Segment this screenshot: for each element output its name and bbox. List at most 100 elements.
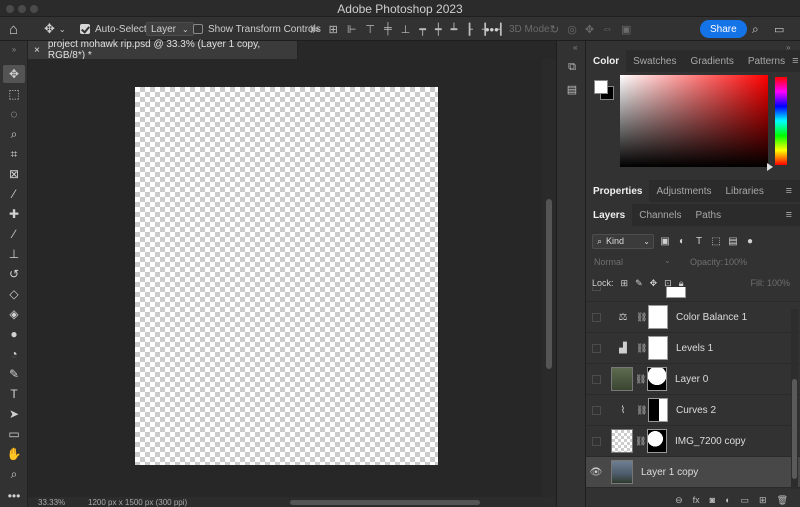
mask-link-icon[interactable]: ⛓︎ xyxy=(636,343,647,354)
tab-layers[interactable]: Layers xyxy=(586,204,633,226)
eye-icon[interactable]: 👁︎ xyxy=(586,457,606,488)
lasso-tool[interactable]: ◌ xyxy=(3,105,25,123)
panel-menu-icon[interactable]: ≡ xyxy=(786,180,800,202)
hue-slider[interactable] xyxy=(775,77,787,165)
search-icon[interactable]: ⌕ xyxy=(752,17,759,41)
type-tool[interactable]: T xyxy=(3,385,25,403)
collapse-strip-icon[interactable]: « xyxy=(573,43,577,52)
comments-panel-icon[interactable]: ▤ xyxy=(564,83,580,97)
tab-channels[interactable]: Channels xyxy=(632,204,688,226)
layer-row[interactable]: ⌇ ⛓︎ Curves 2 xyxy=(586,395,800,426)
layer-mask-thumbnail[interactable] xyxy=(647,367,667,391)
quick-select-tool[interactable]: ⌕ xyxy=(3,125,25,143)
filter-pixel-icon[interactable]: ▣ xyxy=(659,236,671,247)
layer-mask-thumbnail[interactable] xyxy=(648,305,668,329)
mask-link-icon[interactable]: ⛓︎ xyxy=(635,374,646,385)
scroll-thumb[interactable] xyxy=(792,379,797,479)
visibility-toggle[interactable] xyxy=(586,287,606,302)
auto-select-toggle[interactable]: Auto-Select: xyxy=(80,17,149,41)
eyedropper-tool[interactable]: ⁄ xyxy=(3,185,25,203)
new-group-icon[interactable]: ▭ xyxy=(741,495,750,506)
color-picker-field[interactable] xyxy=(620,75,768,167)
distribute-left-icon[interactable]: ┠ xyxy=(466,23,473,36)
pen-tool[interactable]: ✎ xyxy=(3,365,25,383)
orbit-3d-icon[interactable]: ↻ xyxy=(550,23,559,36)
align-right-icon[interactable]: ⊩ xyxy=(347,23,357,36)
tab-swatches[interactable]: Swatches xyxy=(626,50,683,72)
blend-mode-dropdown[interactable]: Normal xyxy=(594,257,623,267)
visibility-toggle[interactable] xyxy=(586,426,606,457)
add-mask-icon[interactable]: ◙ xyxy=(710,495,715,505)
auto-select-checkbox[interactable] xyxy=(80,24,90,34)
canvas-area[interactable] xyxy=(28,59,556,497)
layer-row[interactable]: ⛓︎ Layer 0 xyxy=(586,364,800,395)
scale-3d-icon[interactable]: ▣ xyxy=(621,23,631,36)
distribute-middle-icon[interactable]: ┿ xyxy=(435,23,442,36)
toolbar-collapse-icon[interactable]: » xyxy=(0,41,28,59)
visibility-toggle[interactable] xyxy=(586,302,606,333)
home-icon[interactable]: ⌂ xyxy=(9,17,18,41)
document-info[interactable]: 1200 px x 1500 px (300 ppi) xyxy=(88,498,187,507)
layer-name[interactable]: Layer 0 xyxy=(675,374,708,385)
blur-tool[interactable]: ● xyxy=(3,325,25,343)
path-select-tool[interactable]: ➤ xyxy=(3,405,25,423)
close-tab-icon[interactable]: × xyxy=(34,45,40,56)
canvas-horizontal-scroll-thumb[interactable] xyxy=(290,500,480,505)
transparent-canvas[interactable] xyxy=(135,87,438,465)
roll-3d-icon[interactable]: ◎ xyxy=(567,23,577,36)
filter-adjustment-icon[interactable]: ◐ xyxy=(676,236,688,247)
delete-layer-icon[interactable]: 🗑︎ xyxy=(777,495,788,506)
hand-tool[interactable]: ✋ xyxy=(3,445,25,463)
rectangle-tool[interactable]: ▭ xyxy=(3,425,25,443)
link-layers-icon[interactable]: ⊖ xyxy=(675,495,683,506)
zoom-level[interactable]: 33.33% xyxy=(38,498,65,507)
align-bottom-icon[interactable]: ⊥ xyxy=(401,23,411,36)
marquee-tool[interactable]: ⬚ xyxy=(3,85,25,103)
align-left-icon[interactable]: ⊫ xyxy=(310,23,320,36)
panel-menu-icon[interactable]: ≡ xyxy=(792,50,800,72)
show-transform-toggle[interactable]: Show Transform Controls xyxy=(193,17,321,41)
history-brush-tool[interactable]: ↺ xyxy=(3,265,25,283)
layer-row[interactable]: ▟ ⛓︎ Levels 1 xyxy=(586,333,800,364)
filter-smart-object-icon[interactable]: ▤ xyxy=(727,236,739,247)
align-center-icon[interactable]: ⊞ xyxy=(329,23,338,36)
zoom-tool[interactable]: ⌕ xyxy=(3,465,25,483)
layer-row[interactable]: ⛓︎ IMG_7200 copy xyxy=(586,426,800,457)
layers-scrollbar[interactable] xyxy=(791,309,798,489)
tab-gradients[interactable]: Gradients xyxy=(683,50,740,72)
mask-link-icon[interactable]: ⛓︎ xyxy=(635,436,646,447)
auto-select-dropdown[interactable]: Layer ⌄ xyxy=(146,22,194,36)
layer-name[interactable]: Levels 1 xyxy=(676,343,713,354)
mask-link-icon[interactable]: ⛓︎ xyxy=(636,405,647,416)
frame-tool[interactable]: ⊠ xyxy=(3,165,25,183)
new-layer-icon[interactable]: ⊞ xyxy=(759,495,767,506)
filter-toggle-icon[interactable]: ● xyxy=(744,236,756,247)
dodge-tool[interactable]: ◔ xyxy=(3,345,25,363)
move-tool[interactable]: ✥ xyxy=(3,65,25,83)
foreground-color-swatch[interactable] xyxy=(594,80,608,94)
document-tab[interactable]: × project mohawk rip.psd @ 33.3% (Layer … xyxy=(28,39,298,61)
layer-name[interactable]: Layer 1 copy xyxy=(641,467,698,478)
layer-mask-thumbnail[interactable] xyxy=(666,287,686,298)
tab-properties[interactable]: Properties xyxy=(586,180,650,202)
tab-libraries[interactable]: Libraries xyxy=(719,180,771,202)
more-options-icon[interactable]: ••• xyxy=(485,17,499,41)
layer-mask-thumbnail[interactable] xyxy=(648,336,668,360)
tab-color[interactable]: Color xyxy=(586,50,627,72)
history-panel-icon[interactable]: ⧉ xyxy=(564,61,580,75)
opacity-field[interactable]: 100% xyxy=(724,257,747,267)
align-middle-icon[interactable]: ╪ xyxy=(384,23,392,35)
layer-filter-kind-dropdown[interactable]: ⌕ Kind ⌄ xyxy=(592,233,654,249)
more-tools[interactable]: ••• xyxy=(3,487,25,505)
tab-patterns[interactable]: Patterns xyxy=(741,50,792,72)
visibility-toggle[interactable] xyxy=(586,364,606,395)
canvas-vertical-scrollbar[interactable] xyxy=(542,59,556,497)
layer-mask-thumbnail[interactable] xyxy=(648,398,668,422)
crop-tool[interactable]: ⌗ xyxy=(3,145,25,163)
hue-slider-handle[interactable] xyxy=(767,163,773,171)
distribute-bottom-icon[interactable]: ┷ xyxy=(451,23,458,36)
brush-tool[interactable]: ∕ xyxy=(3,225,25,243)
clone-stamp-tool[interactable]: ⊥ xyxy=(3,245,25,263)
layer-row[interactable]: 👁︎ Layer 1 copy xyxy=(586,457,800,488)
mask-link-icon[interactable]: ⛓︎ xyxy=(636,312,647,323)
